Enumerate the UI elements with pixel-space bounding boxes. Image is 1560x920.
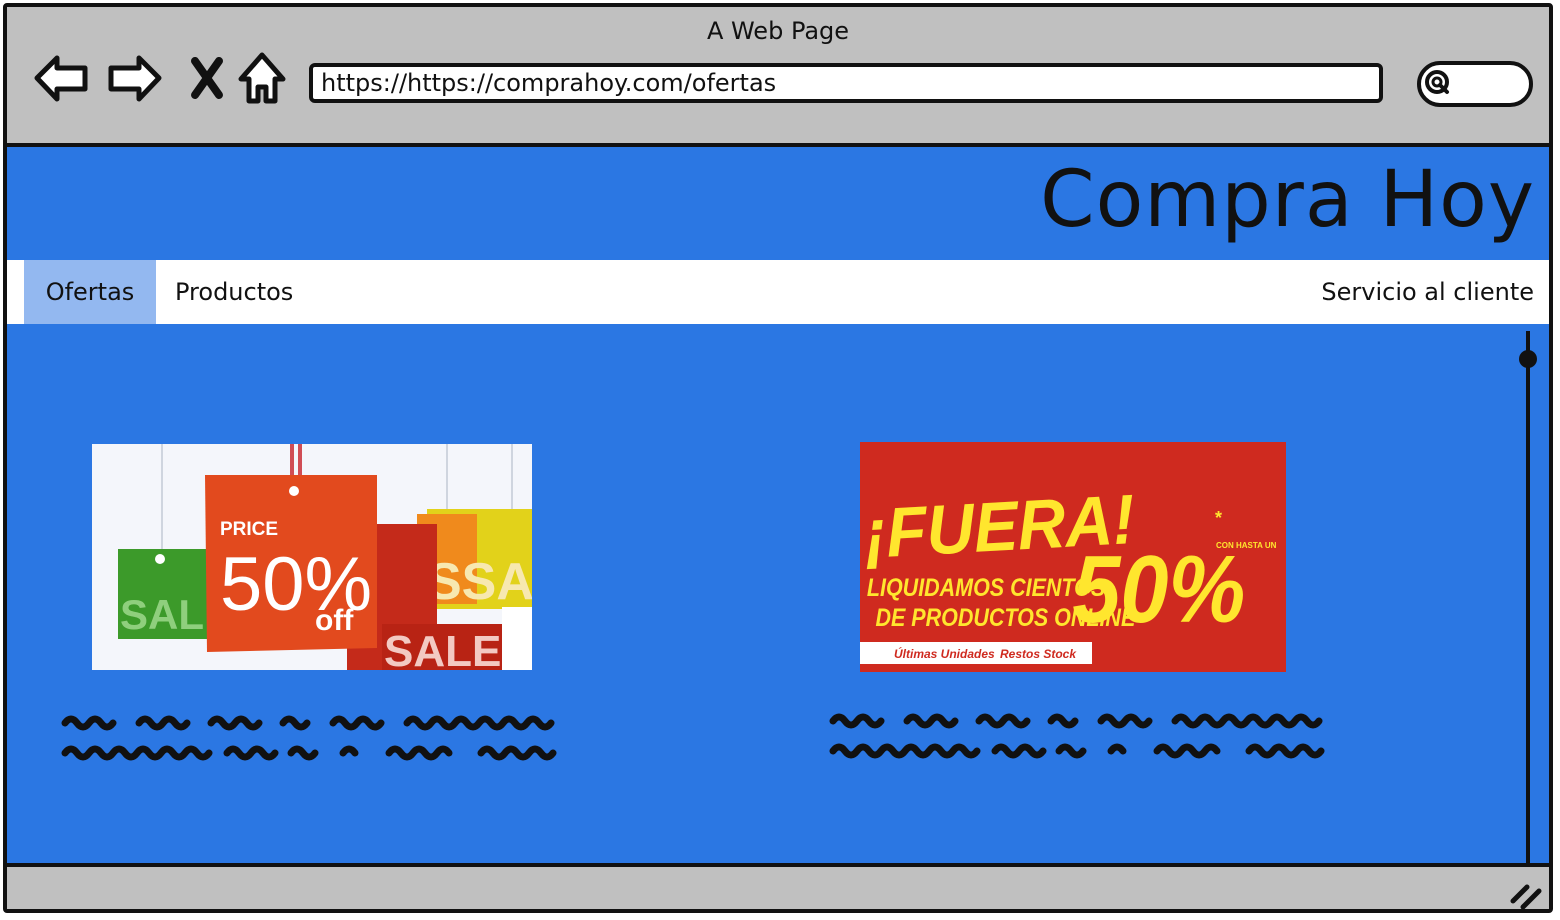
menu-item-ofertas[interactable]: Ofertas — [24, 260, 156, 324]
placeholder-text-scribble — [829, 713, 1325, 759]
search-box[interactable] — [1417, 61, 1533, 107]
scrollbar-track[interactable] — [1526, 331, 1530, 863]
sale-text-yellow: SSAL — [427, 553, 532, 611]
banner-percent: 50% — [1072, 536, 1245, 643]
close-x-icon[interactable] — [179, 49, 237, 107]
banner-asterisk: * — [1215, 508, 1222, 528]
browser-window: A Web Page https://https://comprahoy.com… — [3, 3, 1553, 913]
off-text: off — [315, 604, 354, 637]
browser-toolbar: A Web Page https://https://comprahoy.com… — [7, 7, 1549, 147]
scrollbar-thumb[interactable] — [1519, 350, 1537, 368]
offer-image-price-tag[interactable]: SAL SSAL SALE PRICE 50% off — [92, 444, 532, 670]
search-icon[interactable] — [1425, 69, 1455, 99]
banner-tag1: Últimas Unidades — [894, 646, 995, 661]
status-bar — [7, 863, 1549, 911]
menu-item-productos[interactable]: Productos — [175, 260, 293, 324]
price-tag-illustration: SAL SSAL SALE PRICE 50% off — [92, 444, 532, 670]
liquidacion-banner: ¡FUERA! LIQUIDAMOS CIENTOS DE PRODUCTOS … — [860, 442, 1286, 672]
offer-image-liquidacion[interactable]: ¡FUERA! LIQUIDAMOS CIENTOS DE PRODUCTOS … — [860, 442, 1286, 672]
main-menu: Ofertas Productos Servicio al cliente — [7, 260, 1549, 324]
address-bar[interactable]: https://https://comprahoy.com/ofertas — [309, 63, 1383, 103]
price-label-text: PRICE — [220, 519, 278, 540]
home-icon[interactable] — [233, 49, 291, 107]
sale-text-green: SAL — [120, 591, 204, 638]
page-content: Compra Hoy Ofertas Productos Servicio al… — [7, 147, 1549, 863]
placeholder-text-scribble — [61, 715, 557, 761]
site-logo-title: Compra Hoy — [1040, 155, 1535, 245]
sale-text-red: SALE — [384, 627, 501, 670]
banner-tag2: Restos Stock — [1000, 647, 1077, 661]
window-title: A Web Page — [706, 17, 850, 45]
banner-line1: LIQUIDAMOS CIENTOS — [867, 573, 1106, 601]
forward-arrow-icon[interactable] — [105, 49, 163, 107]
resize-grip-icon[interactable] — [1509, 881, 1543, 911]
menu-item-servicio-cliente[interactable]: Servicio al cliente — [1321, 260, 1534, 324]
back-arrow-icon[interactable] — [33, 49, 91, 107]
